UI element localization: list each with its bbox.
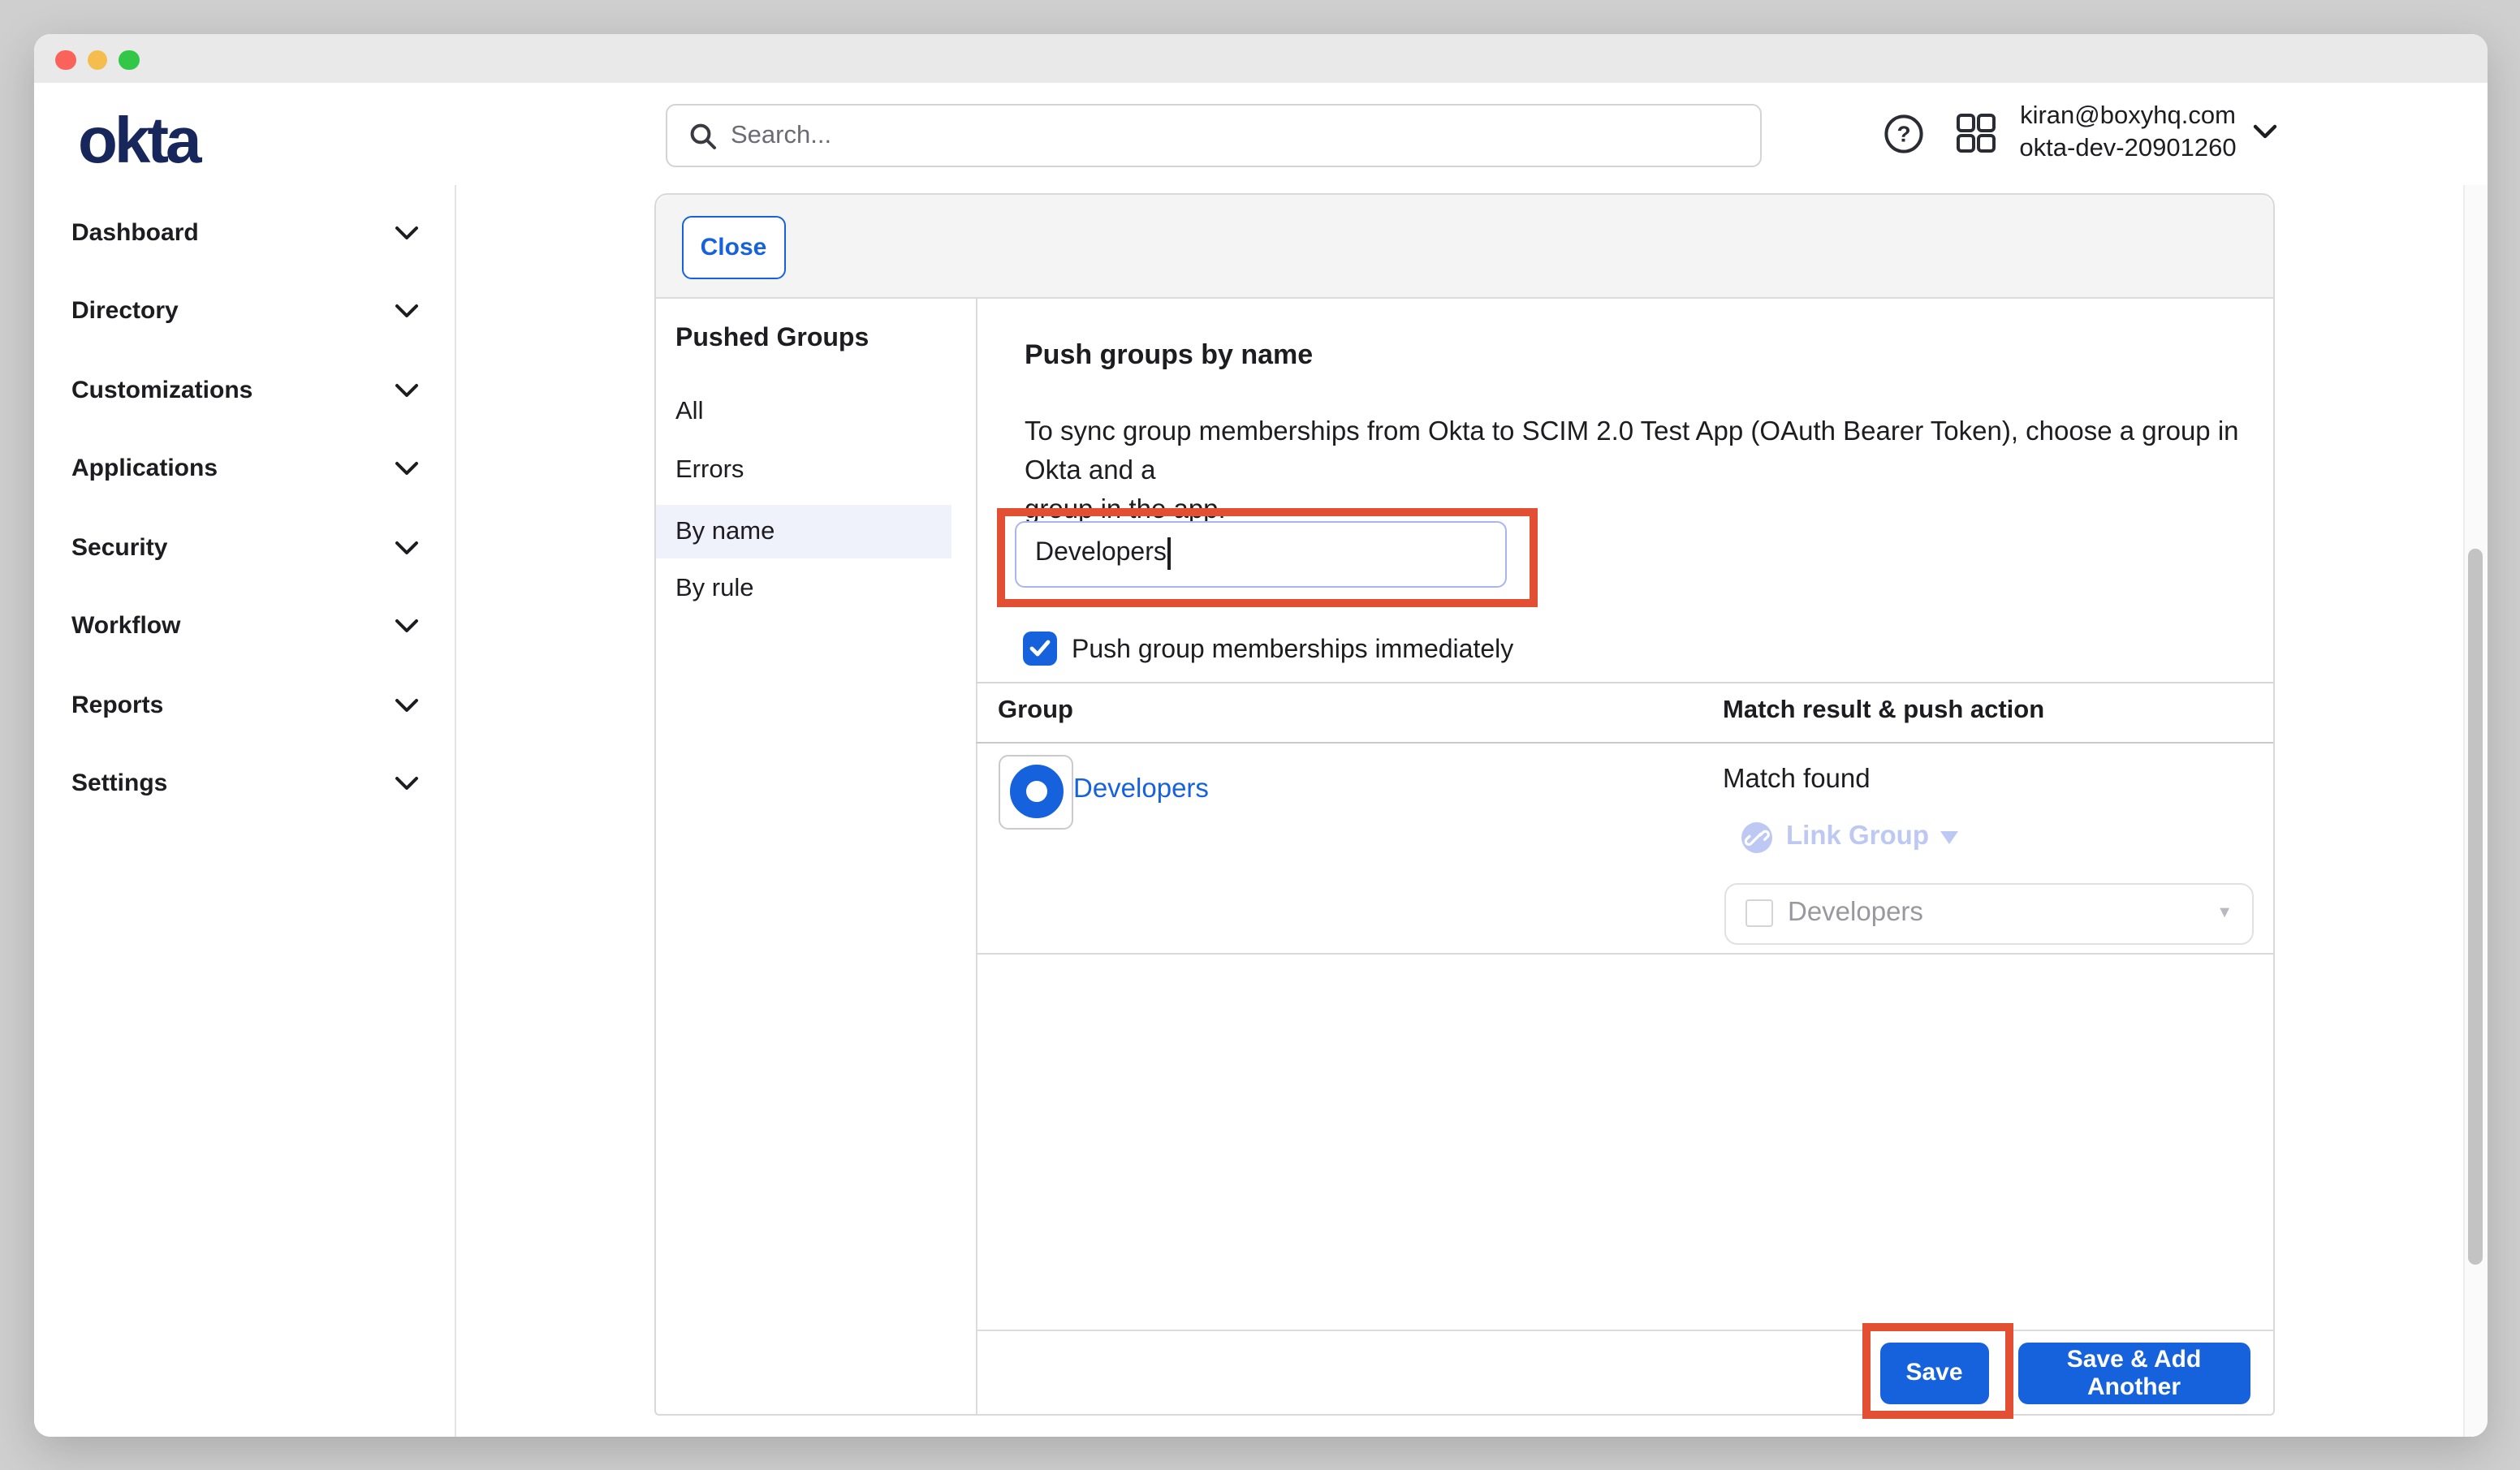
- maximize-window-button[interactable]: [119, 50, 139, 71]
- chevron-down-icon: [394, 225, 418, 239]
- nav-item-by-rule[interactable]: By rule: [656, 563, 951, 616]
- app-group-select[interactable]: Developers ▼: [1724, 882, 2254, 944]
- sidebar-item-customizations[interactable]: Customizations: [34, 367, 454, 412]
- chevron-down-icon: [394, 540, 418, 554]
- push-immediately-label: Push group memberships immediately: [1072, 632, 1513, 666]
- chevron-down-icon: [394, 697, 418, 712]
- chevron-down-icon: [394, 618, 418, 632]
- close-button[interactable]: Close: [681, 215, 786, 278]
- scrollbar[interactable]: [2462, 184, 2487, 1437]
- table-top-border: [976, 681, 2273, 683]
- group-link-developers[interactable]: Developers: [1073, 774, 1209, 804]
- chevron-down-icon: [394, 775, 418, 790]
- sidebar-item-workflow[interactable]: Workflow: [34, 602, 454, 648]
- help-icon: ?: [1883, 113, 1923, 153]
- account-chevron[interactable]: [2252, 119, 2278, 148]
- close-window-button[interactable]: [55, 50, 76, 71]
- pushed-groups-title: Pushed Groups: [675, 324, 869, 353]
- chevron-down-icon: [1940, 830, 1958, 843]
- sidebar: Dashboard Directory Customizations Appli…: [34, 184, 455, 1437]
- chevron-down-icon: [394, 460, 418, 475]
- search-input[interactable]: Search...: [666, 104, 1761, 167]
- chevron-down-icon: [394, 303, 418, 317]
- account-menu[interactable]: kiran@boxyhq.com okta-dev-20901260: [1998, 101, 2258, 166]
- save-button[interactable]: Save: [1879, 1343, 1989, 1403]
- search-placeholder: Search...: [731, 121, 831, 150]
- apps-grid-button[interactable]: [1952, 109, 2000, 157]
- group-donut-icon: [1009, 765, 1063, 818]
- push-groups-panel: Close Pushed Groups All Errors By name B…: [654, 192, 2275, 1416]
- row-bottom-border: [976, 953, 2273, 955]
- select-arrow-icon: ▼: [2216, 904, 2233, 922]
- search-icon: [688, 121, 718, 150]
- nav-item-errors[interactable]: Errors: [656, 444, 951, 498]
- account-org: okta-dev-20901260: [1998, 133, 2258, 166]
- text-caret: [1168, 538, 1171, 571]
- group-name-input[interactable]: Developers: [1014, 521, 1507, 587]
- panel-header: Close: [656, 194, 2273, 298]
- sidebar-item-security[interactable]: Security: [34, 524, 454, 570]
- select-value: Developers: [1788, 898, 1923, 929]
- sidebar-item-reports[interactable]: Reports: [34, 682, 454, 727]
- account-email: kiran@boxyhq.com: [1998, 101, 2258, 133]
- main-content: Close Pushed Groups All Errors By name B…: [455, 184, 2464, 1437]
- svg-text:?: ?: [1896, 121, 1909, 146]
- sidebar-item-dashboard[interactable]: Dashboard: [34, 209, 454, 255]
- scrollbar-thumb[interactable]: [2468, 548, 2482, 1264]
- save-add-another-button[interactable]: Save & Add Another: [2017, 1343, 2250, 1403]
- push-immediately-checkbox[interactable]: [1023, 632, 1057, 666]
- column-header-match: Match result & push action: [1723, 696, 2044, 725]
- topbar: okta Search... ?: [34, 83, 2487, 186]
- nav-item-all[interactable]: All: [656, 386, 951, 439]
- link-group-label: Link Group: [1786, 821, 1929, 852]
- footer-separator: [976, 1329, 2273, 1330]
- nav-item-by-name[interactable]: By name: [656, 505, 951, 558]
- okta-admin-window: okta Search... ?: [34, 34, 2487, 1437]
- panel-body: Pushed Groups All Errors By name By rule…: [656, 296, 2273, 1414]
- grid-icon: [1955, 112, 1997, 154]
- link-icon: [1741, 821, 1773, 853]
- select-checkbox-icon: [1745, 899, 1773, 927]
- push-groups-heading: Push groups by name: [1025, 338, 1313, 371]
- titlebar[interactable]: [34, 34, 2487, 84]
- okta-logo[interactable]: okta: [78, 106, 199, 177]
- minimize-window-button[interactable]: [87, 50, 107, 71]
- group-avatar: [999, 754, 1073, 829]
- link-group-button[interactable]: Link Group: [1741, 821, 1958, 853]
- push-groups-description: To sync group memberships from Okta to S…: [1025, 412, 2273, 528]
- match-status: Match found: [1723, 764, 1871, 795]
- chevron-down-icon: [2252, 123, 2278, 140]
- sidebar-item-settings[interactable]: Settings: [34, 760, 454, 805]
- chevron-down-icon: [394, 382, 418, 397]
- checkmark-icon: [1029, 640, 1051, 657]
- panel-nav-divider: [976, 296, 977, 1414]
- column-header-group: Group: [998, 696, 1073, 725]
- sidebar-item-directory[interactable]: Directory: [34, 287, 454, 333]
- desktop-background: okta Search... ?: [0, 0, 2520, 1470]
- sidebar-item-applications[interactable]: Applications: [34, 445, 454, 490]
- table-header-border: [976, 742, 2273, 744]
- help-button[interactable]: ?: [1879, 109, 1927, 157]
